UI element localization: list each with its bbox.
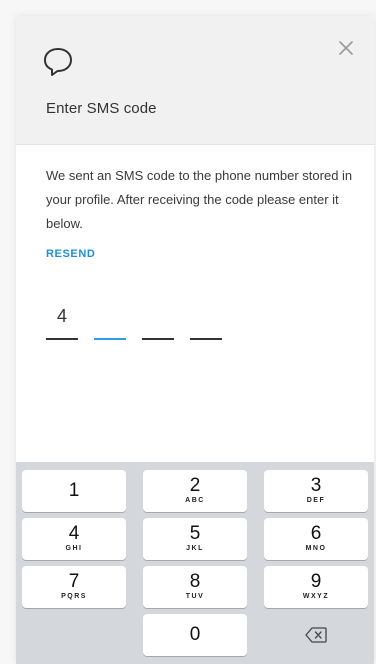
code-slot-3[interactable] (142, 300, 174, 340)
key-blank (22, 614, 126, 656)
code-slot-underline (190, 338, 222, 340)
dialog-header: Enter SMS code (16, 16, 374, 145)
code-digit: 4 (56, 306, 67, 326)
chat-bubble-icon (44, 48, 72, 76)
key-8[interactable]: 8 TUV (143, 566, 247, 608)
sms-code-dialog: Enter SMS code We sent an SMS code to th… (16, 16, 374, 664)
resend-link[interactable]: RESEND (46, 248, 95, 260)
key-number: 1 (68, 480, 80, 501)
key-letters: GHI (65, 545, 83, 552)
key-number: 5 (189, 523, 201, 544)
sms-description: We sent an SMS code to the phone number … (46, 168, 353, 231)
key-number: 7 (68, 571, 80, 592)
backspace-key[interactable] (264, 614, 368, 656)
dialog-title: Enter SMS code (46, 100, 157, 117)
code-input[interactable]: 4 (46, 300, 246, 340)
key-number: 4 (68, 523, 80, 544)
key-letters: TUV (185, 593, 205, 600)
code-slot-underline (94, 338, 126, 340)
key-6[interactable]: 6 MNO (264, 518, 368, 560)
key-number: 9 (310, 571, 322, 592)
code-slot-underline (46, 338, 78, 340)
code-slot-2[interactable] (94, 300, 126, 340)
key-9[interactable]: 9 WXYZ (264, 566, 368, 608)
key-letters: DEF (306, 497, 326, 504)
key-letters: ABC (185, 497, 205, 504)
key-number: 6 (310, 523, 322, 544)
key-2[interactable]: 2 ABC (143, 470, 247, 512)
key-4[interactable]: 4 GHI (22, 518, 126, 560)
numeric-keypad: 1 2 ABC 3 DEF 4 GHI 5 JKL 6 MNO 7 PQRS 8 (16, 462, 374, 664)
key-number: 8 (189, 571, 201, 592)
backspace-icon (305, 627, 327, 643)
key-5[interactable]: 5 JKL (143, 518, 247, 560)
key-number: 0 (189, 624, 201, 645)
code-slot-underline (142, 338, 174, 340)
key-number: 3 (310, 475, 322, 496)
close-icon[interactable] (334, 36, 358, 60)
key-letters: WXYZ (302, 593, 330, 600)
key-3[interactable]: 3 DEF (264, 470, 368, 512)
code-slot-1[interactable]: 4 (46, 300, 78, 340)
key-letters: MNO (305, 545, 327, 552)
key-1[interactable]: 1 (22, 470, 126, 512)
key-letters: PQRS (61, 593, 87, 600)
key-7[interactable]: 7 PQRS (22, 566, 126, 608)
key-letters: JKL (186, 545, 204, 552)
code-slot-4[interactable] (190, 300, 222, 340)
key-number: 2 (189, 475, 201, 496)
key-0[interactable]: 0 (143, 614, 247, 656)
